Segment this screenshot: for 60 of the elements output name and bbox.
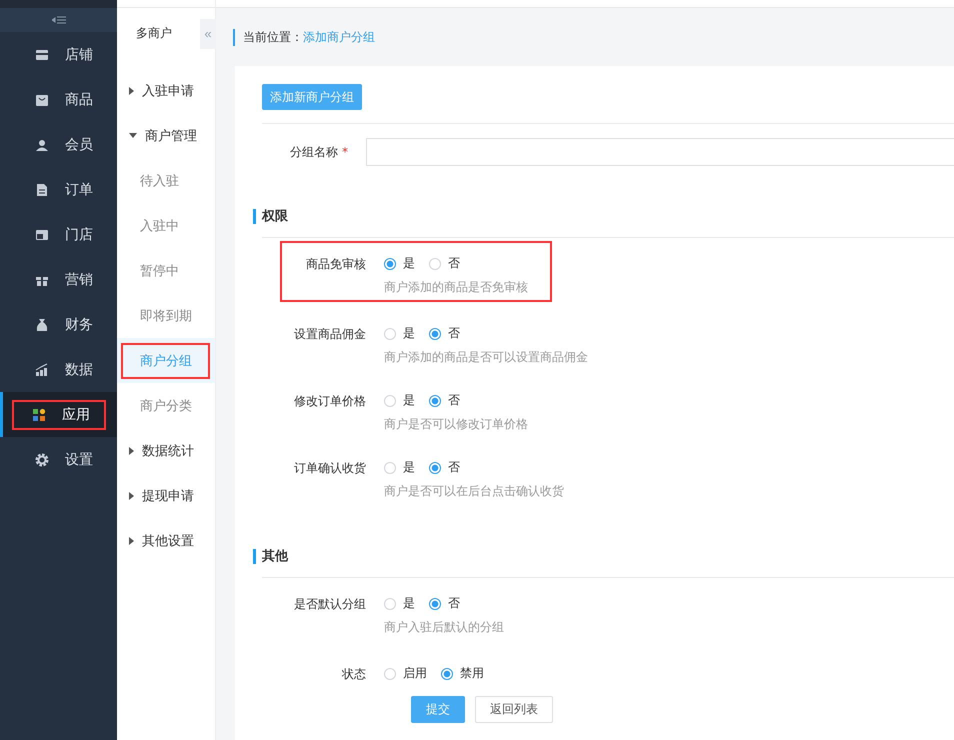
radio-option[interactable]: 是 xyxy=(384,255,415,272)
hint-text: 商户添加的商品是否可以设置商品佣金 xyxy=(384,349,588,366)
menu-item[interactable]: 暂停中 xyxy=(117,248,215,293)
radio-option[interactable]: 是 xyxy=(384,325,415,342)
radio-option[interactable]: 是 xyxy=(384,392,415,409)
radio-option[interactable]: 否 xyxy=(429,459,460,476)
menu-item[interactable]: 入驻中 xyxy=(117,203,215,248)
hint-text: 商户入驻后默认的分组 xyxy=(384,619,504,636)
menu-item[interactable]: 即将到期 xyxy=(117,293,215,338)
section-title: 权限 xyxy=(253,209,288,224)
nav-item[interactable]: 数据 xyxy=(0,347,117,392)
option-label: 商品免审核 xyxy=(305,256,366,273)
bar-chart-icon xyxy=(35,362,49,376)
radio-option[interactable]: 是 xyxy=(384,459,415,476)
nav-item[interactable]: 订单 xyxy=(0,167,117,212)
back-button[interactable]: 返回列表 xyxy=(475,696,553,723)
menu-group[interactable]: 商户管理 xyxy=(117,113,215,158)
money-bag-icon xyxy=(35,318,49,332)
section-title: 其他 xyxy=(253,549,288,564)
option-label: 是否默认分组 xyxy=(294,596,366,613)
menu-group[interactable]: 提现申请 xyxy=(117,473,215,518)
radio-option[interactable]: 禁用 xyxy=(441,665,484,682)
store-icon xyxy=(35,48,49,62)
option-label: 状态 xyxy=(341,666,366,683)
sidebar-title: 多商户 xyxy=(136,25,172,42)
nav-item[interactable]: 店铺 xyxy=(0,32,117,77)
menu-item[interactable]: 商户分类 xyxy=(117,383,215,428)
hint-text: 商户添加的商品是否免审核 xyxy=(384,279,528,296)
bag-icon xyxy=(35,92,49,106)
apps-icon xyxy=(32,408,46,422)
option-label: 设置商品佣金 xyxy=(294,326,366,343)
radio-option[interactable]: 否 xyxy=(429,325,460,342)
option-label: 订单确认收货 xyxy=(294,460,366,477)
radio-option[interactable]: 启用 xyxy=(384,665,427,682)
menu-group[interactable]: 数据统计 xyxy=(117,428,215,473)
radio-option[interactable]: 否 xyxy=(429,392,460,409)
hint-text: 商户是否可以在后台点击确认收货 xyxy=(384,483,564,500)
breadcrumb: 当前位置：添加商户分组 xyxy=(233,28,375,46)
nav-item[interactable]: 门店 xyxy=(0,212,117,257)
menu-item[interactable]: 待入驻 xyxy=(117,158,215,203)
shop-icon xyxy=(35,228,49,242)
radio-option[interactable]: 否 xyxy=(429,595,460,612)
nav-item[interactable]: 应用 xyxy=(0,392,117,437)
field-label: 分组名称 * xyxy=(289,144,349,160)
menu-group[interactable]: 其他设置 xyxy=(117,518,215,563)
user-icon xyxy=(35,138,49,152)
group-name-field[interactable] xyxy=(366,138,954,166)
collapse-icon[interactable] xyxy=(52,16,66,24)
hint-text: 商户是否可以修改订单价格 xyxy=(384,416,528,433)
nav-item[interactable]: 营销 xyxy=(0,257,117,302)
option-label: 修改订单价格 xyxy=(294,393,366,410)
menu-group[interactable]: 入驻申请 xyxy=(117,68,215,113)
document-icon xyxy=(35,182,49,196)
nav-item[interactable]: 商品 xyxy=(0,77,117,122)
nav-item[interactable]: 会员 xyxy=(0,122,117,167)
nav-item[interactable]: 设置 xyxy=(0,437,117,482)
nav-item[interactable]: 财务 xyxy=(0,302,117,347)
settings-icon xyxy=(35,452,49,466)
radio-option[interactable]: 是 xyxy=(384,595,415,612)
radio-option[interactable]: 否 xyxy=(429,255,460,272)
